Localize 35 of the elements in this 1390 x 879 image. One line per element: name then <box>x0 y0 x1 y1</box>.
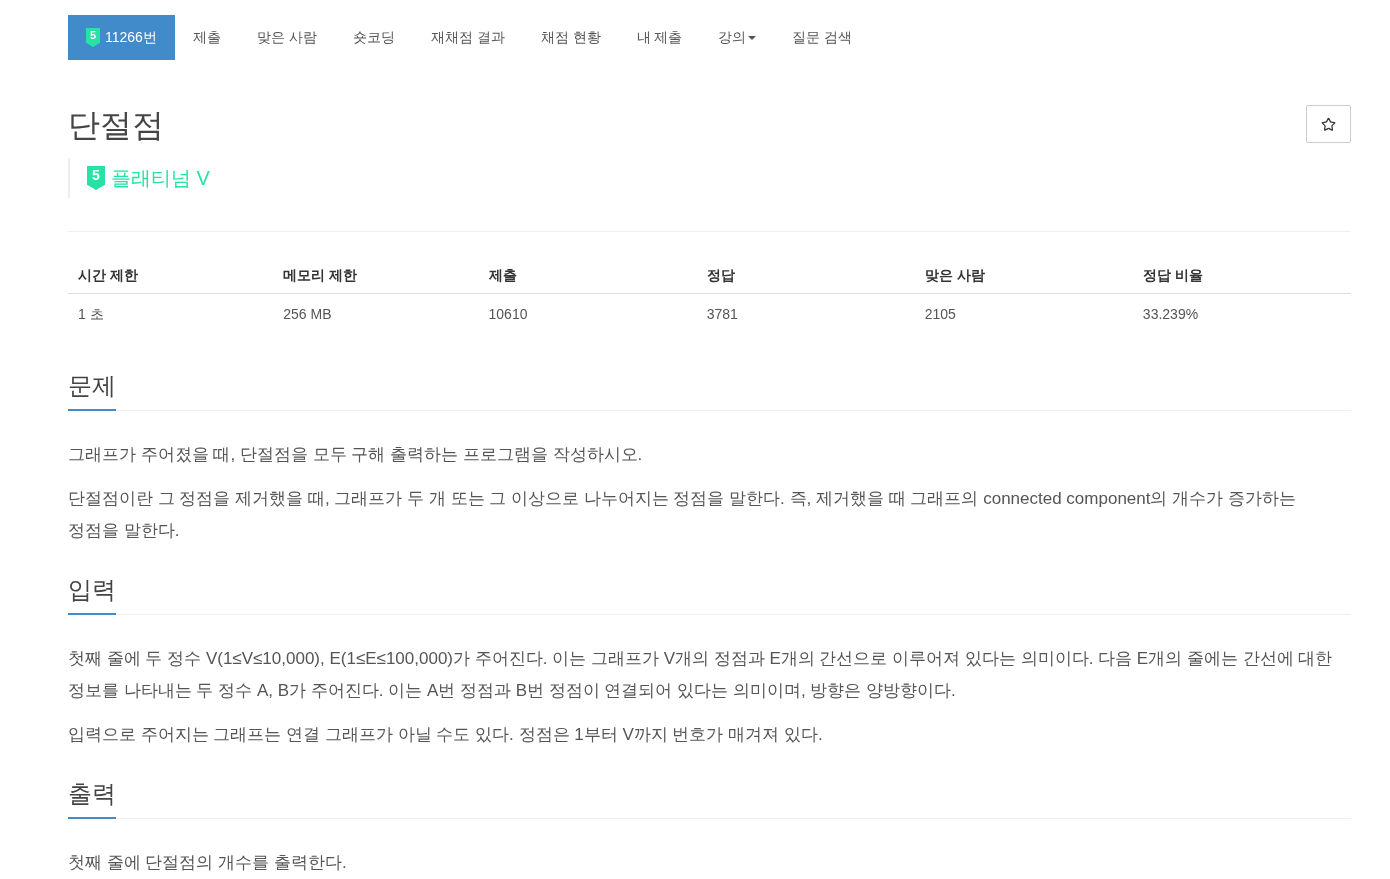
column-header: 시간 제한 <box>68 257 274 294</box>
column-header: 맞은 사람 <box>914 257 1133 294</box>
nav-tab[interactable]: 강의 <box>700 15 775 60</box>
favorite-button[interactable] <box>1306 105 1351 143</box>
nav-tab[interactable]: 질문 검색 <box>774 15 871 60</box>
table-cell: 3781 <box>696 293 915 334</box>
nav-tab[interactable]: 5 11266번 <box>68 15 175 60</box>
table-cell: 256 MB <box>273 293 479 334</box>
star-icon <box>1321 116 1336 132</box>
table-cell: 2105 <box>914 293 1133 334</box>
nav-tab[interactable]: 맞은 사람 <box>238 15 335 60</box>
section-heading: 출력 <box>68 778 116 819</box>
column-header: 제출 <box>478 257 697 294</box>
nav-tab[interactable]: 숏코딩 <box>334 15 413 60</box>
paragraph: 그래프가 주어졌을 때, 단절점을 모두 구해 출력하는 프로그램을 작성하시오. <box>68 444 644 466</box>
column-header: 정답 <box>696 257 915 294</box>
problem-title: 단절점 <box>68 106 164 144</box>
table-cell: 1 초 <box>68 293 274 334</box>
tier-badge: 5 <box>87 166 105 190</box>
section-heading: 입력 <box>68 574 116 615</box>
column-header: 정답 비율 <box>1132 257 1351 294</box>
nav-tab[interactable]: 재채점 결과 <box>412 15 523 60</box>
column-header: 메모리 제한 <box>273 257 479 294</box>
paragraph: 단절점이란 그 정점을 제거했을 때, 그래프가 두 개 또는 그 이상으로 나누어지는 정점을 말한다. 즉, 제거했을 때 그래프의 connected component의 개수가 증가하는 정점을 말한다. <box>68 488 1297 542</box>
paragraph: 입력으로 주어지는 그래프는 연결 그래프가 아닐 수도 있다. 정점은 1부터 V까지 번호가 매겨져 있다. <box>68 724 824 746</box>
section-heading: 문제 <box>68 370 116 411</box>
paragraph: 첫째 줄에 두 정수 V(1≤V≤10,000), E(1≤E≤100,000)가 주어진다. 이는 그래프가 V개의 정점과 E개의 간선으로 이루어져 있다는 의미이다. 다음 E개의 줄에는 간선에 대한 정보를 나타내는 두 정수 A, B가 주어진다. 이는 A번 정점과 B번 정점이 연결되어 있다는 의미이며, 방향은 양방향이다. <box>68 648 1334 702</box>
tier-badge: 5 <box>86 28 100 47</box>
nav-tab[interactable]: 채점 현황 <box>522 15 619 60</box>
nav-tab[interactable]: 제출 <box>174 15 239 60</box>
table-cell: 10610 <box>478 293 697 334</box>
nav-tab[interactable]: 내 제출 <box>618 15 701 60</box>
table-cell: 33.239% <box>1132 293 1351 334</box>
tier-label: 플래티넘 V <box>111 166 210 191</box>
paragraph: 첫째 줄에 단절점의 개수를 출력한다. <box>68 852 348 874</box>
